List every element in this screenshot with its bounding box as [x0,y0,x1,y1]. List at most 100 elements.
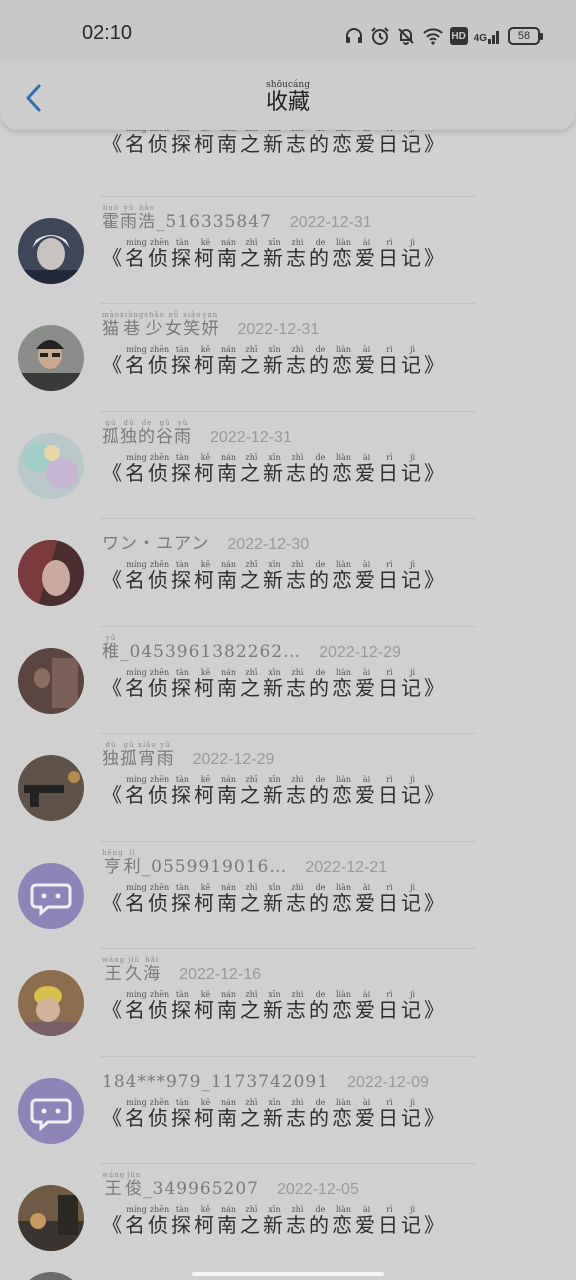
username[interactable]: 霍huò雨yǔ浩hào_516335847 [102,204,272,232]
username[interactable]: 亨hēng利lì_0559919016… [102,849,287,877]
book-title[interactable]: 《名míng侦zhēn探tàn柯kē南nán之zhī新xīn志zhì的de恋li… [102,345,447,378]
username[interactable]: 孤gū独dú的de谷gǔ雨yǔ [102,419,192,447]
username[interactable]: ワン・ユアン [102,529,209,554]
book-title-char: 柯kē [194,345,217,377]
username-text: _349965207 [143,1179,259,1199]
book-title[interactable]: 《名míng侦zhēn探tàn柯kē南nán之zhī新xīn志zhì的de恋li… [102,775,447,808]
title-bracket-open: 《 [102,460,125,485]
user-avatar[interactable] [18,540,84,606]
row-divider [100,518,476,519]
title-bracket-close: 》 [424,353,447,377]
user-avatar[interactable] [18,970,84,1036]
book-title-char: 记jì [401,882,424,915]
user-avatar[interactable] [18,432,84,499]
wifi-icon [422,28,443,45]
user-avatar[interactable] [18,217,84,284]
username-text: _516335847 [156,211,272,232]
book-title-char: 南nán [217,775,240,807]
book-title-char: 志zhì [286,345,309,377]
book-title-char: 探tàn [171,1097,194,1130]
book-title-char: 日rì [378,667,401,700]
status-bar: 02:10 HD 4G 58 [0,0,576,60]
book-title[interactable]: 《名míng侦zhēn探tàn柯kē南nán之zhī新xīn志zhì的de恋li… [102,453,447,486]
book-title-char: 爱ài [355,775,378,807]
book-title-char: 爱ài [355,560,378,592]
book-title-char: 记jì [401,990,424,1022]
favorite-item[interactable]: 猫māo巷xiàng少shǎo女nǚ笑xiào妍yán 2022-12-31 《名m… [0,303,576,410]
favorite-item[interactable]: 王wáng俊jùn_349965207 2022-12-05 《名míng侦zhēn… [0,1163,576,1270]
book-title-char: 名míng [125,990,148,1022]
favorite-item[interactable]: 王wáng久jiǔ海hǎi 2022-12-16 《名míng侦zhēn探tàn柯k… [0,948,576,1055]
book-title[interactable]: 《名míng侦zhēn探tàn柯kē南nán之zhī新xīn志zhì的de恋li… [102,990,447,1023]
favorite-item[interactable]: 184***979_1173742091 2022-12-09 《名míng侦zhē… [0,1055,576,1163]
book-title-char: 侦zhēn [148,667,171,700]
book-title-char: 侦zhēn [148,990,171,1022]
username[interactable]: 稚yǔ_0453961382262… [102,634,301,662]
username-text: _0559919016… [141,856,288,877]
book-title-char: 侦zhēn [148,237,171,270]
book-title-char: 之zhī [240,237,263,270]
book-title-char: 志zhì [286,882,309,915]
book-title-char: 之zhī [240,124,263,156]
book-title[interactable]: 《名míng侦zhēn探tàn柯kē南nán之zhī新xīn志zhì的de恋li… [102,238,447,271]
book-title-char: 日rì [378,990,401,1022]
username[interactable]: 王wáng俊jùn_349965207 [102,1171,259,1199]
book-title[interactable]: 《名míng侦zhēn探tàn柯kē南nán之zhī新xīn志zhì的de恋li… [102,883,447,916]
favorite-item[interactable]: 独dú孤gū宵xiāo雨yǔ 2022-12-29 《名míng侦zhēn探tàn柯… [0,733,576,840]
book-title-char: 记jì [401,667,424,700]
username-char: 独dú [102,741,120,769]
book-title-char: 记jì [401,237,424,270]
book-title-char: 新xīn [263,1097,286,1130]
username[interactable]: 猫māo巷xiàng少shǎo女nǚ笑xiào妍yán [102,311,219,339]
favorite-item[interactable]: 霍huò雨yǔ浩hào_516335847 2022-12-31 《名míng侦zh… [0,195,576,303]
user-avatar[interactable] [18,1185,84,1251]
book-title-char: 日rì [378,452,401,485]
book-title-char: 爱ài [355,1205,378,1237]
user-avatar[interactable] [18,647,84,714]
username-char: 海hǎi [143,956,162,984]
favorite-date: 2022-12-29 [319,643,401,661]
username-char: 少shǎo [144,311,165,339]
title-bracket-close: 》 [424,132,447,156]
favorite-item[interactable]: ワン・ユアン 2022-12-30 《名míng侦zhēn探tàn柯kē南nán之z… [0,518,576,625]
username[interactable]: 独dú孤gū宵xiāo雨yǔ [102,741,175,769]
book-title-char: 记jì [401,345,424,377]
book-title-char: 记jì [401,1205,424,1237]
favorite-item[interactable]: 亨hēng利lì_0559919016… 2022-12-21 《名míng侦zhē… [0,840,576,948]
user-avatar[interactable] [18,325,84,391]
book-title-char: 侦zhēn [148,775,171,807]
title-bracket-close: 》 [424,890,447,915]
username-char: 王wáng [102,1171,126,1199]
book-title-char: 名míng [125,1097,148,1130]
book-title-char: 志zhì [286,237,309,270]
book-title-char: 探tàn [171,882,194,915]
book-title-char: 名míng [125,667,148,700]
user-avatar[interactable] [18,755,84,821]
username-text: _0453961382262… [120,641,302,662]
book-title[interactable]: 《名míng侦zhēn探tàn柯kē南nán之zhī新xīn志zhì的de恋li… [102,1205,447,1238]
book-title-char: 的de [309,667,332,700]
favorite-date: 2022-12-29 [192,751,275,768]
nav-bar: 收shōu藏cáng [0,58,576,130]
favorite-item[interactable]: 孤gū独dú的de谷gǔ雨yǔ 2022-12-31 《名míng侦zhēn探tàn… [0,410,576,518]
title-bracket-open: 《 [102,568,125,592]
username[interactable]: 王wáng久jiǔ海hǎi [102,956,161,984]
home-indicator[interactable] [192,1272,384,1276]
favorite-item[interactable]: 稚yǔ_0453961382262… 2022-12-29 《名míng侦zhēn探… [0,625,576,733]
user-avatar[interactable] [18,1077,84,1144]
book-title[interactable]: 《名míng侦zhēn探tàn柯kē南nán之zhī新xīn志zhì的de恋li… [102,668,447,701]
book-title-char: 的de [309,990,332,1022]
item-meta: 猫māo巷xiàng少shǎo女nǚ笑xiào妍yán 2022-12-31 [102,311,319,339]
book-title-char: 记jì [401,560,424,592]
username[interactable]: 184***979_1173742091 [102,1072,329,1092]
title-bracket-close: 》 [424,568,447,592]
book-title-char: 南nán [217,882,240,915]
book-title-char: 志zhì [286,667,309,700]
book-title[interactable]: 《名míng侦zhēn探tàn柯kē南nán之zhī新xīn志zhì的de恋li… [102,560,447,593]
book-title-char: 探tàn [171,345,194,377]
row-divider [100,303,476,304]
book-title-char: 南nán [217,345,240,377]
user-avatar[interactable] [18,862,84,929]
book-title[interactable]: 《名míng侦zhēn探tàn柯kē南nán之zhī新xīn志zhì的de恋li… [102,1098,447,1131]
book-title-char: 新xīn [263,990,286,1022]
